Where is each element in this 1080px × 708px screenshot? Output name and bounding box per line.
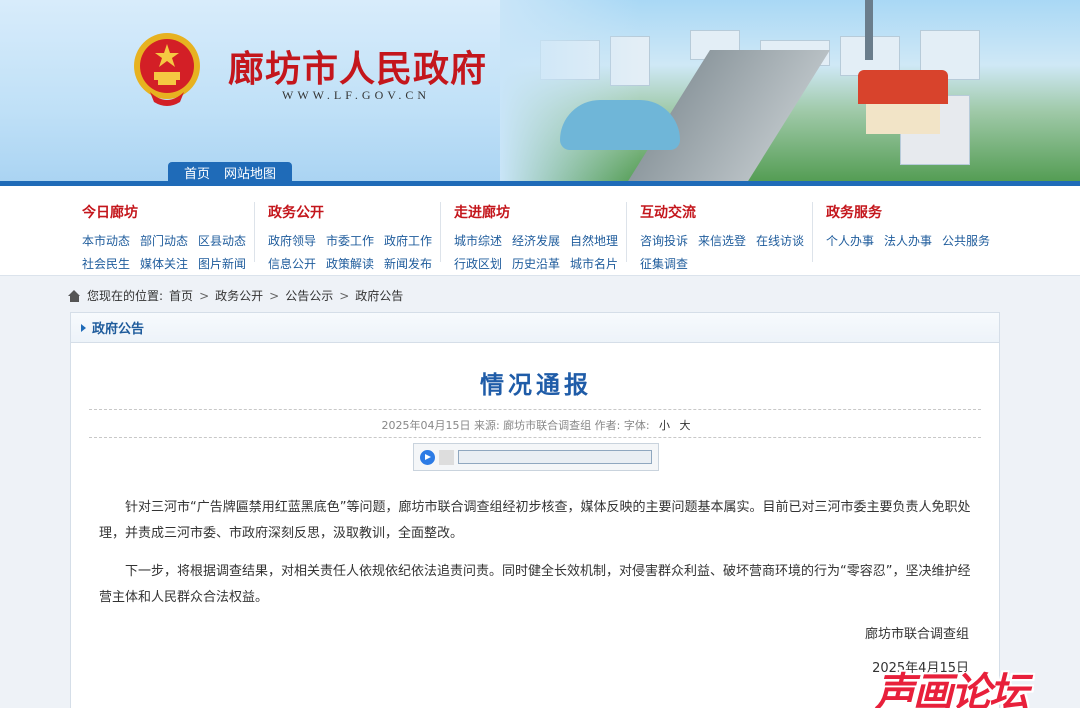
nav-group-affairs: 政务公开 政府领导 市委工作 政府工作 信息公开 政策解读 新闻发布	[268, 202, 438, 272]
audio-progress-bar[interactable]	[458, 450, 652, 464]
nav-divider	[812, 202, 813, 262]
nav-divider	[254, 202, 255, 262]
nav-link[interactable]: 新闻发布	[384, 255, 432, 272]
nav-link[interactable]: 市委工作	[326, 232, 374, 249]
nav-group-title[interactable]: 走进廊坊	[454, 202, 624, 222]
divider	[89, 409, 981, 410]
divider	[89, 437, 981, 438]
nav-link[interactable]: 历史沿革	[512, 255, 560, 272]
nav-link[interactable]: 区县动态	[198, 232, 246, 249]
nav-link[interactable]: 城市名片	[570, 255, 618, 272]
font-large-button[interactable]: 大	[680, 419, 691, 432]
nav-link[interactable]: 征集调查	[640, 255, 688, 272]
panel-title: 政府公告	[92, 322, 145, 337]
tab-sitemap[interactable]: 网站地图	[224, 163, 276, 182]
breadcrumb-separator: >	[269, 288, 280, 303]
article-meta: 2025年04月15日 来源: 廊坊市联合调查组 作者: 字体: 小 大	[71, 417, 1001, 433]
nav-group-title[interactable]: 政务公开	[268, 202, 438, 222]
nav-link[interactable]: 法人办事	[884, 232, 932, 249]
audio-player	[413, 443, 659, 471]
nav-link[interactable]: 政策解读	[326, 255, 374, 272]
lake-graphic	[560, 100, 680, 150]
site-url: WWW.LF.GOV.CN	[282, 88, 431, 102]
nav-link[interactable]: 政府领导	[268, 232, 316, 249]
nav-link[interactable]: 媒体关注	[140, 255, 188, 272]
nav-link[interactable]: 咨询投诉	[640, 232, 688, 249]
nav-link[interactable]: 本市动态	[82, 232, 130, 249]
nav-link[interactable]: 在线访谈	[756, 232, 804, 249]
pagoda-body-graphic	[866, 104, 940, 134]
header-banner: 廊坊市人民政府 WWW.LF.GOV.CN 首页 网站地图	[0, 0, 1080, 186]
breadcrumb: 您现在的位置: 首页 > 政务公开 > 公告公示 > 政府公告	[68, 287, 403, 304]
nav-link[interactable]: 自然地理	[570, 232, 618, 249]
nav-divider	[440, 202, 441, 262]
top-tabs: 首页 网站地图	[168, 162, 293, 183]
breadcrumb-prefix: 您现在的位置:	[87, 289, 164, 303]
font-small-button[interactable]: 小	[659, 419, 670, 432]
nav-link[interactable]: 社会民生	[82, 255, 130, 272]
nav-link[interactable]: 图片新闻	[198, 255, 246, 272]
tv-tower-graphic	[865, 0, 873, 60]
nav-group-today: 今日廊坊 本市动态 部门动态 区县动态 社会民生 媒体关注 图片新闻	[82, 202, 252, 272]
article-signature: 廊坊市联合调查组	[864, 627, 969, 642]
nav-link[interactable]: 部门动态	[140, 232, 188, 249]
national-emblem-icon	[134, 33, 200, 106]
breadcrumb-item[interactable]: 公告公示	[285, 287, 333, 304]
nav-link[interactable]: 行政区划	[454, 255, 502, 272]
nav-link[interactable]: 个人办事	[826, 232, 874, 249]
nav-link[interactable]: 来信选登	[698, 232, 746, 249]
article-panel: 政府公告 情况通报 2025年04月15日 来源: 廊坊市联合调查组 作者: 字…	[70, 312, 1000, 708]
nav-group-title[interactable]: 今日廊坊	[82, 202, 252, 222]
article-title: 情况通报	[480, 371, 592, 399]
watermark-logo: 声画论坛	[875, 670, 1029, 708]
nav-group-interact: 互动交流 咨询投诉 来信选登 在线访谈 征集调查	[640, 202, 810, 272]
nav-link[interactable]: 城市综述	[454, 232, 502, 249]
nav-group-title[interactable]: 政务服务	[826, 202, 996, 222]
nav-group-service: 政务服务 个人办事 法人办事 公共服务	[826, 202, 996, 249]
article-meta-text: 2025年04月15日 来源: 廊坊市联合调查组 作者: 字体:	[381, 419, 650, 432]
nav-link[interactable]: 信息公开	[268, 255, 316, 272]
home-icon	[68, 289, 81, 302]
nav-group-about: 走进廊坊 城市综述 经济发展 自然地理 行政区划 历史沿革 城市名片	[454, 202, 624, 272]
play-icon[interactable]	[420, 449, 435, 465]
breadcrumb-item[interactable]: 首页	[169, 287, 193, 304]
main-nav: 今日廊坊 本市动态 部门动态 区县动态 社会民生 媒体关注 图片新闻 政务公开 …	[0, 186, 1080, 276]
nav-group-title[interactable]: 互动交流	[640, 202, 810, 222]
tab-home[interactable]: 首页	[184, 163, 210, 182]
article-paragraph: 针对三河市“广告牌匾禁用红蓝黑底色”等问题，廊坊市联合调查组经初步核查，媒体反映…	[99, 500, 971, 541]
triangle-right-icon	[81, 323, 86, 332]
breadcrumb-separator: >	[339, 288, 350, 303]
stop-icon[interactable]	[439, 449, 454, 465]
pagoda-roof-graphic	[858, 70, 948, 104]
nav-link[interactable]: 公共服务	[942, 232, 990, 249]
nav-link[interactable]: 政府工作	[384, 232, 432, 249]
site-title: 廊坊市人民政府	[228, 48, 488, 90]
breadcrumb-item[interactable]: 政府公告	[355, 287, 403, 304]
nav-link[interactable]: 经济发展	[512, 232, 560, 249]
breadcrumb-separator: >	[199, 288, 210, 303]
panel-header: 政府公告	[71, 313, 999, 343]
breadcrumb-item[interactable]: 政务公开	[215, 287, 263, 304]
nav-divider	[626, 202, 627, 262]
article-paragraph: 下一步，将根据调查结果，对相关责任人依规依纪依法追责问责。同时健全长效机制，对侵…	[99, 564, 971, 605]
